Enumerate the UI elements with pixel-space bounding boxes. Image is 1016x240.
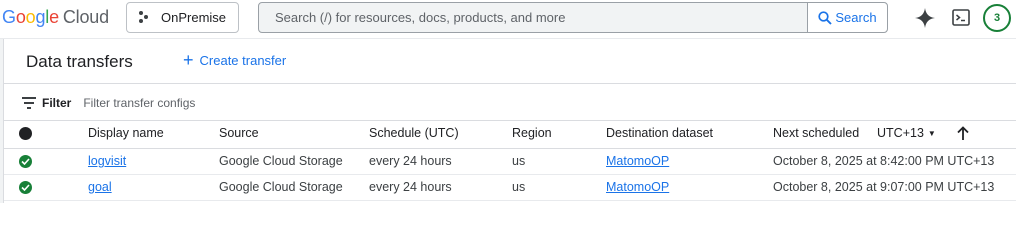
transfer-name-link[interactable]: logvisit [88,154,126,168]
divider [4,120,1016,121]
column-header-schedule[interactable]: Schedule (UTC) [369,126,459,140]
check-circle-icon [19,181,32,194]
divider [4,83,1016,84]
schedule-cell: every 24 hours [369,180,452,194]
search-bar: Search [258,2,888,33]
filter-bar: Filter [22,94,384,112]
create-transfer-button[interactable]: + Create transfer [183,51,286,69]
column-header-region[interactable]: Region [512,126,552,140]
schedule-cell: every 24 hours [369,154,452,168]
destination-dataset-link[interactable]: MatomoOP [606,154,669,168]
column-header-next-scheduled[interactable]: Next scheduled [773,126,859,140]
transfer-name-link[interactable]: goal [88,180,112,194]
arrow-up-icon[interactable] [956,124,970,142]
filter-icon[interactable] [22,97,36,109]
column-header-source[interactable]: Source [219,126,259,140]
plus-icon: + [183,50,194,70]
notification-count-badge[interactable]: 3 [983,4,1011,32]
create-transfer-label: Create transfer [199,52,287,68]
timezone-dropdown[interactable]: UTC+13 ▼ [877,126,936,140]
filter-input[interactable] [83,96,384,110]
column-header-destination[interactable]: Destination dataset [606,126,713,140]
search-button-label: Search [835,10,877,25]
search-button[interactable]: Search [807,3,887,32]
destination-dataset-link[interactable]: MatomoOP [606,180,669,194]
timezone-label: UTC+13 [877,126,924,140]
table-row: goal Google Cloud Storage every 24 hours… [0,175,1016,201]
divider [4,200,1016,201]
page-title: Data transfers [26,52,133,71]
project-name: OnPremise [161,10,227,25]
search-icon [818,10,833,25]
caret-down-icon: ▼ [927,128,936,138]
top-bar: GoogleCloud OnPremise Search 3 [0,0,1016,38]
search-input[interactable] [259,3,807,32]
filter-label: Filter [42,96,72,110]
gemini-spark-icon[interactable] [914,7,936,29]
next-scheduled-cell: October 8, 2025 at 8:42:00 PM UTC+13 [773,154,995,168]
divider [0,38,1016,39]
project-dots-icon [139,10,153,25]
project-picker-button[interactable]: OnPremise [126,2,239,33]
next-scheduled-cell: October 8, 2025 at 9:07:00 PM UTC+13 [773,180,995,194]
terminal-icon[interactable] [952,9,970,26]
region-cell: us [512,154,526,168]
column-header-display-name[interactable]: Display name [88,126,164,140]
status-column-icon [19,127,32,140]
source-cell: Google Cloud Storage [219,154,343,168]
check-circle-icon [19,155,32,168]
source-cell: Google Cloud Storage [219,180,343,194]
table-row: logvisit Google Cloud Storage every 24 h… [0,149,1016,175]
region-cell: us [512,180,526,194]
google-cloud-logo[interactable]: Google Cloud [2,7,109,27]
